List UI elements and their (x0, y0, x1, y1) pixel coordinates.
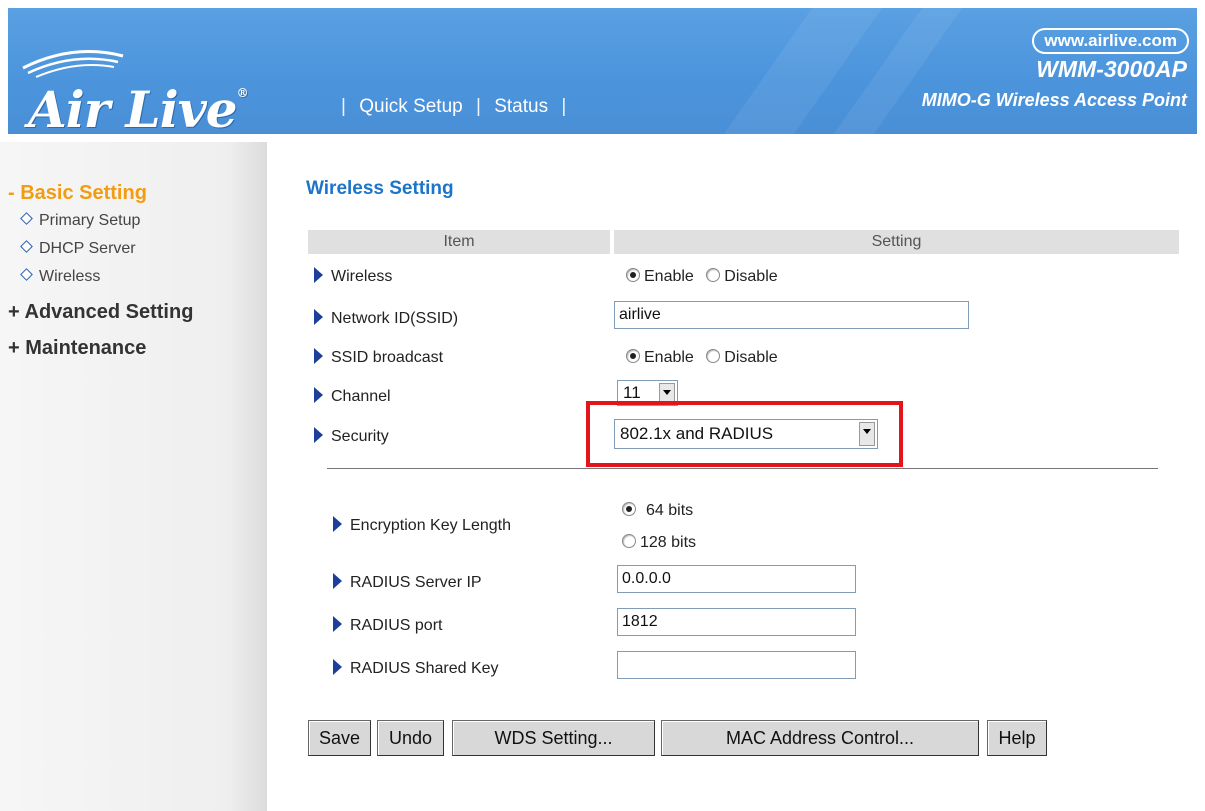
sidebar-item-label: Primary Setup (39, 212, 141, 229)
key-length-128-option: 128 bits (622, 533, 697, 552)
arrow-bullet-icon (333, 658, 342, 675)
label-text: Network ID(SSID) (331, 310, 459, 327)
wireless-radio-group: Enable Disable (626, 267, 778, 286)
label-text: SSID broadcast (331, 349, 444, 366)
product-subtitle: MIMO-G Wireless Access Point (921, 90, 1187, 110)
ssid-broadcast-row-label: SSID broadcast (314, 347, 444, 367)
channel-row-label: Channel (314, 386, 391, 406)
radius-port-input[interactable] (617, 608, 856, 636)
help-button[interactable]: Help (987, 720, 1047, 756)
key-64-radio[interactable] (622, 501, 636, 516)
wireless-enable-radio[interactable] (626, 267, 640, 282)
header-banner: Air Live® | Quick Setup | Status | www.a… (8, 8, 1197, 134)
mac-address-control-button[interactable]: MAC Address Control... (661, 720, 979, 756)
wds-setting-button[interactable]: WDS Setting... (452, 720, 655, 756)
dropdown-arrow-icon[interactable] (659, 383, 675, 403)
arrow-bullet-icon (314, 347, 323, 364)
nav-separator: | (341, 96, 346, 117)
radio-label: Disable (724, 349, 778, 366)
nav-separator: | (561, 96, 567, 117)
key-length-row-label: Encryption Key Length (333, 515, 511, 535)
radio-label: Enable (644, 349, 694, 366)
top-nav: | Quick Setup | Status | (333, 96, 574, 118)
logo-swoosh-icon (22, 50, 124, 78)
radius-shared-key-input[interactable] (617, 651, 856, 679)
label-text: RADIUS Shared Key (350, 660, 499, 677)
label-text: Security (331, 428, 389, 445)
key-length-64-option: 64 bits (622, 501, 694, 520)
sidebar-item-wireless[interactable]: Wireless (20, 268, 101, 286)
ssid-row-label: Network ID(SSID) (314, 308, 459, 328)
radius-server-ip-input[interactable] (617, 565, 856, 593)
sidebar-basic-setting[interactable]: - Basic Setting (8, 182, 147, 205)
undo-button[interactable]: Undo (377, 720, 444, 756)
arrow-bullet-icon (333, 615, 342, 632)
sidebar-item-label: DHCP Server (39, 240, 136, 257)
sidebar-item-primary-setup[interactable]: Primary Setup (20, 212, 141, 230)
select-value: 11 (623, 383, 641, 402)
save-button[interactable]: Save (308, 720, 371, 756)
diamond-bullet-icon (20, 268, 33, 281)
nav-status[interactable]: Status (494, 96, 548, 117)
sidebar-advanced-setting[interactable]: + Advanced Setting (8, 301, 193, 324)
arrow-bullet-icon (314, 266, 323, 283)
arrow-bullet-icon (314, 386, 323, 403)
page-title: Wireless Setting (306, 178, 454, 199)
label-text: Channel (331, 388, 391, 405)
diamond-bullet-icon (20, 240, 33, 253)
security-row-label: Security (314, 426, 389, 446)
label-text: Encryption Key Length (350, 517, 511, 534)
radius-key-row-label: RADIUS Shared Key (333, 658, 499, 678)
diamond-bullet-icon (20, 212, 33, 225)
radio-label: 128 bits (640, 534, 697, 551)
label-text: RADIUS Server IP (350, 574, 482, 591)
arrow-bullet-icon (333, 515, 342, 532)
website-url[interactable]: www.airlive.com (1032, 28, 1189, 54)
nav-quick-setup[interactable]: Quick Setup (359, 96, 463, 117)
wireless-disable-radio[interactable] (706, 267, 721, 282)
airlive-logo[interactable]: Air Live® (28, 80, 249, 134)
registered-mark: ® (236, 86, 249, 100)
nav-separator: | (476, 96, 481, 117)
sidebar: - Basic Setting Primary Setup DHCP Serve… (0, 142, 267, 811)
arrow-bullet-icon (333, 572, 342, 589)
model-name: WMM-3000AP (1036, 56, 1187, 82)
ssid-broadcast-radio-group: Enable Disable (626, 348, 778, 367)
wireless-row-label: Wireless (314, 266, 393, 286)
sidebar-item-dhcp-server[interactable]: DHCP Server (20, 240, 136, 258)
radius-port-row-label: RADIUS port (333, 615, 443, 635)
radio-label: 64 bits (646, 502, 694, 519)
arrow-bullet-icon (314, 308, 323, 325)
radio-label: Disable (724, 268, 778, 285)
highlight-box (586, 401, 903, 467)
column-header-item: Item (308, 230, 610, 254)
logo-text: Air Live (28, 80, 238, 134)
ssid-input[interactable] (614, 301, 969, 329)
column-header-setting: Setting (614, 230, 1179, 254)
label-text: RADIUS port (350, 617, 443, 634)
divider (327, 468, 1158, 469)
broadcast-enable-radio[interactable] (626, 348, 640, 363)
sidebar-item-label: Wireless (39, 268, 101, 285)
arrow-bullet-icon (314, 426, 323, 443)
broadcast-disable-radio[interactable] (706, 348, 721, 363)
sidebar-maintenance[interactable]: + Maintenance (8, 337, 146, 360)
radius-ip-row-label: RADIUS Server IP (333, 572, 482, 592)
radio-label: Enable (644, 268, 694, 285)
label-text: Wireless (331, 268, 393, 285)
key-128-radio[interactable] (622, 533, 636, 548)
